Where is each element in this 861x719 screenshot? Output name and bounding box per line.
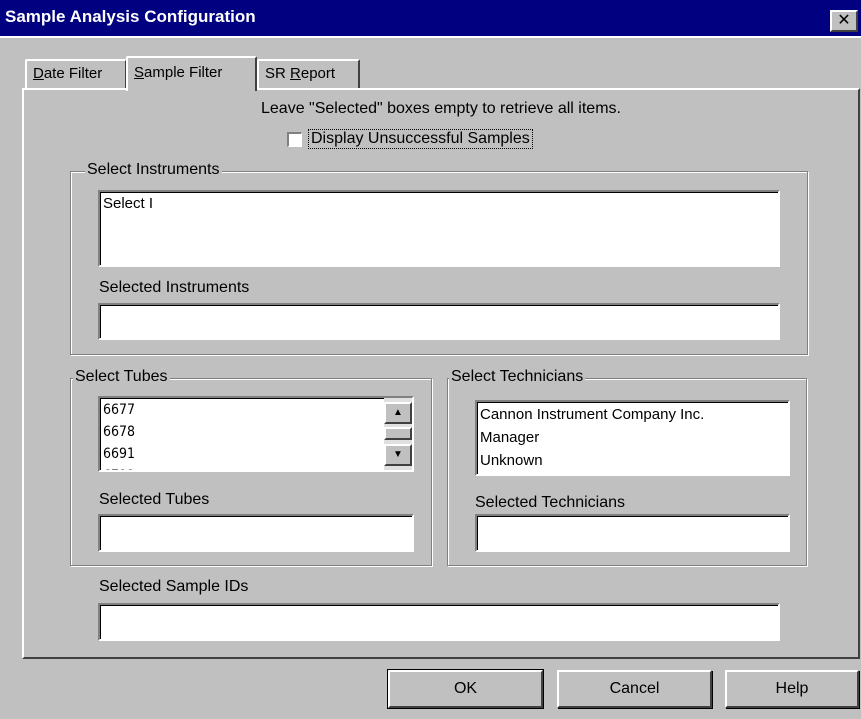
tab-sr-mnemonic: R xyxy=(290,65,301,82)
technicians-list[interactable]: Cannon Instrument Company Inc. Manager U… xyxy=(475,400,790,476)
list-item[interactable]: 6712 xyxy=(100,466,382,470)
tab-date-mnemonic: D xyxy=(33,65,44,82)
instruments-list[interactable]: Select I xyxy=(98,190,780,267)
selected-sample-ids-label: Selected Sample IDs xyxy=(99,578,249,595)
title-divider xyxy=(0,36,861,38)
list-item[interactable]: 6678 xyxy=(100,422,382,444)
tab-sr-report[interactable]: SR Report xyxy=(257,59,360,89)
list-item[interactable]: 6677 xyxy=(100,398,382,422)
tubes-scrollbar[interactable]: ▲ ▼ xyxy=(384,398,412,470)
scroll-up-button[interactable]: ▲ xyxy=(384,402,412,424)
selected-tubes-label: Selected Tubes xyxy=(99,491,210,508)
tubes-list[interactable]: 6677 6678 6691 6712 ▲ ▼ xyxy=(98,396,414,472)
scroll-down-button[interactable]: ▼ xyxy=(384,444,412,466)
tab-sr-label: eport xyxy=(300,65,336,82)
scroll-thumb[interactable] xyxy=(384,427,412,440)
display-unsuccessful-label[interactable]: Display Unsuccessful Samples xyxy=(308,129,533,149)
tab-date-label: ate Filter xyxy=(43,65,103,82)
window-title: Sample Analysis Configuration xyxy=(5,7,256,26)
selected-sample-ids-field[interactable] xyxy=(98,603,780,641)
selected-instruments-field[interactable] xyxy=(98,303,780,340)
display-unsuccessful-checkbox[interactable] xyxy=(287,132,302,147)
tab-sr-prefix: SR xyxy=(265,65,291,82)
instruments-group-label: Select Instruments xyxy=(85,161,222,179)
hint-text: Leave "Selected" boxes empty to retrieve… xyxy=(261,100,621,117)
tab-sample-label: ample Filter xyxy=(144,64,223,81)
selected-technicians-field[interactable] xyxy=(475,514,790,552)
selected-instruments-label: Selected Instruments xyxy=(99,279,250,296)
selected-tubes-field[interactable] xyxy=(98,514,414,552)
list-item[interactable]: Select I xyxy=(100,192,778,215)
list-item[interactable]: Unknown xyxy=(477,450,788,473)
close-button[interactable]: ✕ xyxy=(830,10,858,32)
tab-sample-filter[interactable]: Sample Filter xyxy=(126,56,257,91)
tab-sample-mnemonic: S xyxy=(134,64,145,81)
technicians-group-label: Select Technicians xyxy=(449,368,586,386)
ok-button[interactable]: OK xyxy=(387,669,544,709)
tab-date-filter[interactable]: Date Filter xyxy=(25,59,127,89)
cancel-button[interactable]: Cancel xyxy=(557,670,712,708)
up-arrow-icon: ▲ xyxy=(393,407,403,418)
list-item[interactable]: Cannon Instrument Company Inc. xyxy=(477,402,788,427)
list-item[interactable]: 6691 xyxy=(100,444,382,466)
selected-technicians-label: Selected Technicians xyxy=(475,494,626,511)
list-item[interactable]: Manager xyxy=(477,427,788,450)
close-icon: ✕ xyxy=(837,12,851,29)
help-button[interactable]: Help xyxy=(725,670,859,708)
tubes-group-label: Select Tubes xyxy=(73,368,170,386)
down-arrow-icon: ▼ xyxy=(393,449,403,460)
